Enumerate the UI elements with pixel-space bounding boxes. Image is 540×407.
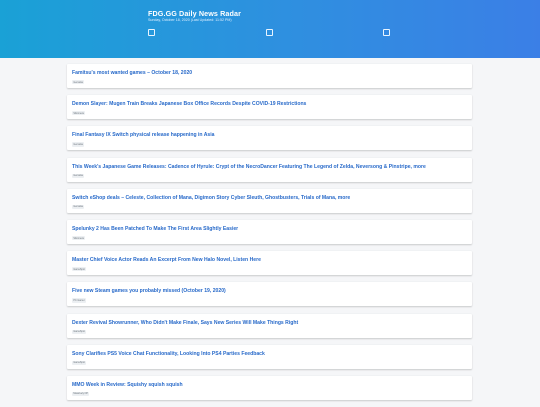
article-title-link[interactable]: Famitsu's most wanted games – October 18… bbox=[72, 70, 466, 76]
source-badge: GameSpot bbox=[72, 267, 87, 272]
article-title-link[interactable]: Five new Steam games you probably missed… bbox=[72, 288, 466, 294]
article-card[interactable]: MMO Week in Review: Squishy squish squis… bbox=[67, 375, 472, 400]
source-badge: Gematsu bbox=[72, 204, 85, 209]
article-card[interactable]: Demon Slayer: Mugen Train Breaks Japanes… bbox=[67, 95, 472, 120]
article-card[interactable]: Final Fantasy IX Switch physical release… bbox=[67, 126, 472, 151]
article-title-link[interactable]: Dexter Revival Showrunner, Who Didn't Ma… bbox=[72, 320, 466, 326]
site-title: FDG.GG Daily News Radar bbox=[148, 9, 241, 18]
article-card[interactable]: Spelunky 2 Has Been Patched To Make The … bbox=[67, 219, 472, 244]
article-title-link[interactable]: Switch eShop deals – Celeste, Collection… bbox=[72, 195, 466, 201]
source-badge: Gematsu bbox=[72, 80, 85, 85]
article-card[interactable]: Famitsu's most wanted games – October 18… bbox=[67, 64, 472, 88]
article-list: Famitsu's most wanted games – October 18… bbox=[67, 64, 472, 407]
article-title-link[interactable]: Final Fantasy IX Switch physical release… bbox=[72, 132, 466, 138]
checkbox-icon[interactable] bbox=[266, 29, 273, 36]
header-banner: FDG.GG Daily News Radar Sunday, October … bbox=[0, 0, 540, 58]
source-badge: Massively OP bbox=[72, 391, 90, 397]
article-card[interactable]: This Week's Japanese Game Releases: Cade… bbox=[67, 157, 472, 182]
checkbox-icon[interactable] bbox=[383, 29, 390, 36]
article-card[interactable]: Master Chief Voice Actor Reads An Excerp… bbox=[67, 251, 472, 276]
source-badge: Gematsu bbox=[72, 142, 85, 147]
last-updated-text: Sunday, October 18, 2020 (Last Updated: … bbox=[148, 18, 232, 22]
checkbox-icon[interactable] bbox=[148, 29, 155, 36]
article-card[interactable]: Dexter Revival Showrunner, Who Didn't Ma… bbox=[67, 313, 472, 338]
source-badge: Gematsu bbox=[72, 173, 85, 178]
article-title-link[interactable]: This Week's Japanese Game Releases: Cade… bbox=[72, 164, 466, 170]
source-badge: GameSpot bbox=[72, 360, 87, 365]
article-title-link[interactable]: Demon Slayer: Mugen Train Breaks Japanes… bbox=[72, 101, 466, 107]
article-title-link[interactable]: MMO Week in Review: Squishy squish squis… bbox=[72, 382, 466, 388]
source-badge: Siliconera bbox=[72, 111, 86, 116]
article-card[interactable]: Sony Clarifies PS5 Voice Chat Functional… bbox=[67, 344, 472, 369]
article-card[interactable]: Five new Steam games you probably missed… bbox=[67, 282, 472, 307]
source-badge: Siliconera bbox=[72, 235, 86, 241]
article-title-link[interactable]: Master Chief Voice Actor Reads An Excerp… bbox=[72, 257, 466, 263]
article-title-link[interactable]: Spelunky 2 Has Been Patched To Make The … bbox=[72, 226, 466, 232]
article-card[interactable]: Switch eShop deals – Celeste, Collection… bbox=[67, 188, 472, 213]
source-badge: GameSpot bbox=[72, 329, 87, 334]
source-badge: PC Gamer bbox=[72, 298, 87, 303]
article-title-link[interactable]: Sony Clarifies PS5 Voice Chat Functional… bbox=[72, 351, 466, 357]
